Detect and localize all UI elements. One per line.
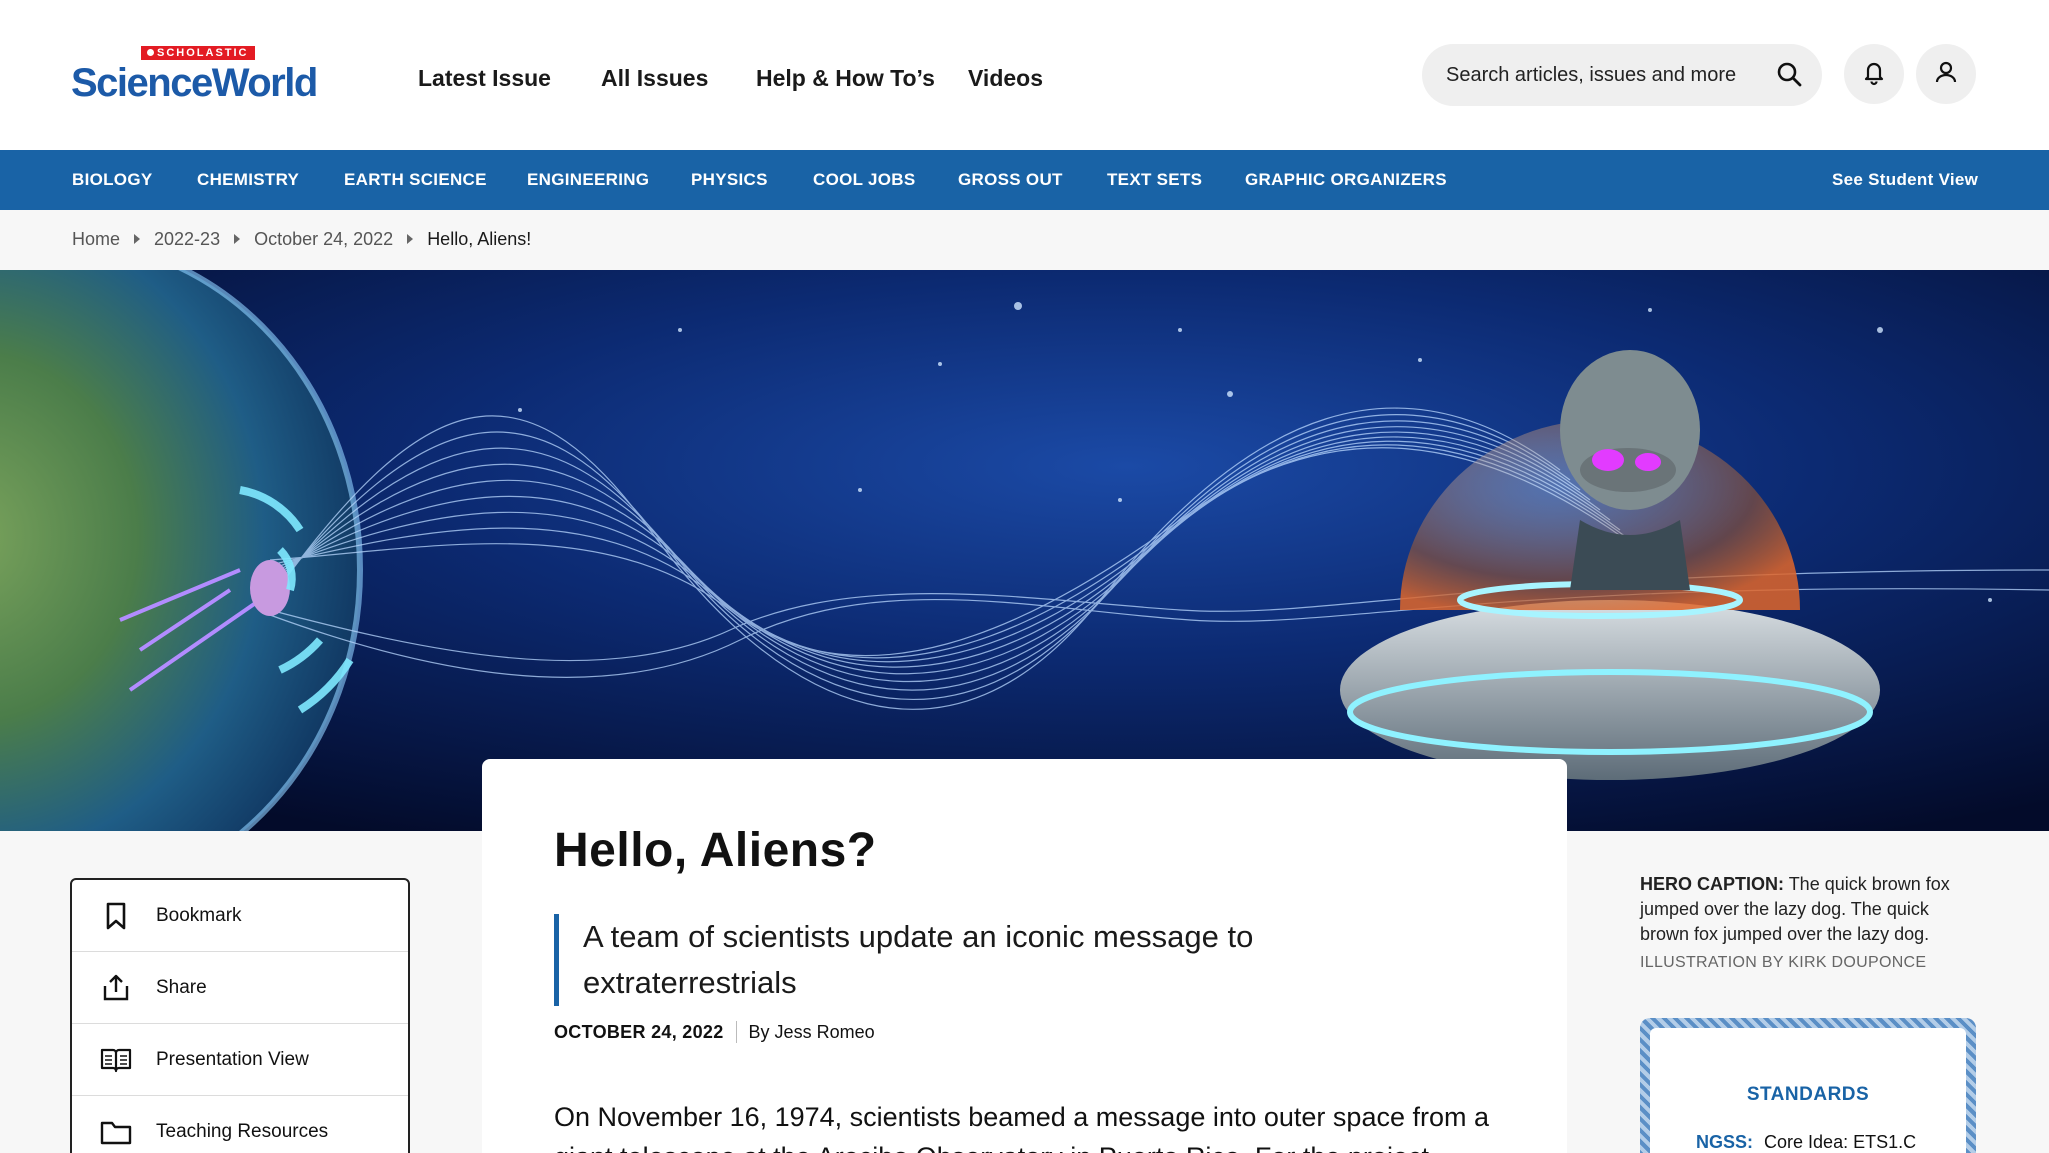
share-button[interactable]: Share: [72, 952, 408, 1024]
nav-videos[interactable]: Videos: [968, 58, 1043, 98]
breadcrumb-current: Hello, Aliens!: [427, 228, 532, 249]
cat-graphic-organizers[interactable]: GRAPHIC ORGANIZERS: [1245, 150, 1447, 210]
breadcrumb-issue[interactable]: October 24, 2022: [254, 229, 393, 250]
hero-caption-label: HERO CAPTION:: [1640, 874, 1784, 894]
cat-biology[interactable]: BIOLOGY: [72, 150, 153, 210]
article-date: OCTOBER 24, 2022: [554, 1021, 724, 1042]
folder-icon: [100, 1116, 132, 1148]
article-byline: By Jess Romeo: [748, 1021, 875, 1042]
teaching-resources-button[interactable]: Teaching Resources: [72, 1096, 408, 1153]
illustration-credit: ILLUSTRATION BY KIRK DOUPONCE: [1640, 954, 1927, 971]
category-nav: BIOLOGY CHEMISTRY EARTH SCIENCE ENGINEER…: [0, 150, 2049, 210]
nav-all-issues[interactable]: All Issues: [601, 58, 708, 98]
standards-title: STANDARDS: [1746, 1084, 1870, 1105]
teaching-resources-label: Teaching Resources: [156, 1120, 329, 1142]
cat-earth-science[interactable]: EARTH SCIENCE: [344, 150, 487, 210]
standards-inner: STANDARDS NGSS: Core Idea: ETS1.C: [1650, 1028, 1966, 1153]
account-button[interactable]: [1916, 44, 1976, 104]
cat-cool-jobs[interactable]: COOL JOBS: [813, 150, 916, 210]
search-input[interactable]: [1446, 44, 1766, 106]
site-header: SCHOLASTIC ScienceWorld Latest Issue All…: [0, 0, 2049, 150]
cat-physics[interactable]: PHYSICS: [691, 150, 768, 210]
hero-caption: HERO CAPTION: The quick brown fox jumped…: [1640, 872, 1980, 947]
standards-value: Core Idea: ETS1.C: [1764, 1132, 1917, 1152]
article-meta: OCTOBER 24, 2022 By Jess Romeo: [554, 1021, 875, 1043]
breadcrumb-separator-icon: [234, 234, 241, 244]
share-icon: [100, 972, 132, 1004]
logo-wordmark: ScienceWorld: [71, 61, 318, 105]
cat-gross-out[interactable]: GROSS OUT: [958, 150, 1063, 210]
nav-help-how-tos[interactable]: Help & How To’s: [756, 58, 935, 98]
meta-divider: [735, 1021, 737, 1043]
cat-text-sets[interactable]: TEXT SETS: [1107, 150, 1202, 210]
bookmark-label: Bookmark: [156, 904, 242, 926]
scholastic-brand: SCHOLASTIC: [141, 46, 255, 60]
breadcrumb-year[interactable]: 2022-23: [154, 229, 220, 250]
cat-engineering[interactable]: ENGINEERING: [527, 150, 649, 210]
standards-row: NGSS: Core Idea: ETS1.C: [1696, 1132, 1916, 1153]
cat-chemistry[interactable]: CHEMISTRY: [197, 150, 299, 210]
book-open-icon: [100, 1044, 132, 1076]
notifications-button[interactable]: [1844, 44, 1904, 104]
article-tools-panel: Bookmark Share Presentation View Teachin…: [70, 878, 410, 1153]
article-dek: A team of scientists update an iconic me…: [554, 914, 1294, 1006]
article-card: Hello, Aliens? A team of scientists upda…: [482, 759, 1567, 1153]
breadcrumb-home[interactable]: Home: [72, 229, 120, 250]
scienceworld-logo[interactable]: SCHOLASTIC ScienceWorld: [71, 46, 331, 106]
search-icon[interactable]: [1774, 59, 1806, 91]
article-body: On November 16, 1974, scientists beamed …: [554, 1102, 1489, 1153]
bell-icon: [1860, 58, 1888, 91]
nav-latest-issue[interactable]: Latest Issue: [418, 58, 551, 98]
hero-illustration: [0, 270, 2049, 831]
bookmark-icon: [100, 900, 132, 932]
breadcrumb: Home 2022-23 October 24, 2022 Hello, Ali…: [72, 228, 531, 250]
breadcrumb-separator-icon: [407, 234, 414, 244]
breadcrumb-separator-icon: [134, 234, 141, 244]
user-icon: [1932, 58, 1960, 91]
see-student-view-link[interactable]: See Student View: [1832, 150, 1978, 210]
standards-box: STANDARDS NGSS: Core Idea: ETS1.C: [1640, 1018, 1976, 1153]
article-title: Hello, Aliens?: [554, 824, 877, 877]
share-label: Share: [156, 976, 207, 998]
presentation-view-button[interactable]: Presentation View: [72, 1024, 408, 1096]
presentation-view-label: Presentation View: [156, 1048, 309, 1070]
standards-label: NGSS:: [1696, 1132, 1754, 1152]
search-box: [1422, 44, 1822, 106]
bookmark-button[interactable]: Bookmark: [72, 880, 408, 952]
